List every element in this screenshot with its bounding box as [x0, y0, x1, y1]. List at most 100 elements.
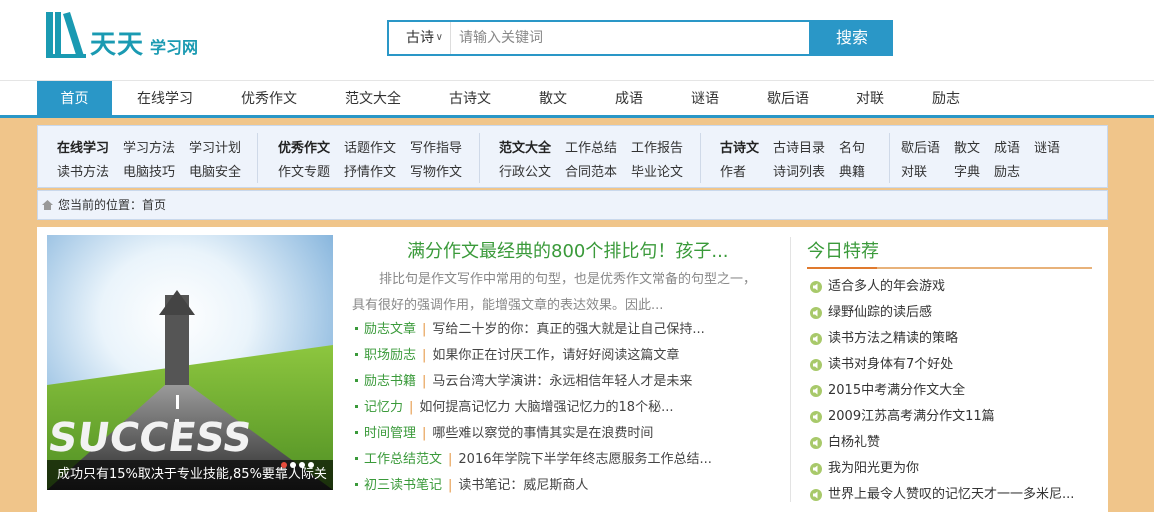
recommend-item[interactable]: 读书对身体有7个好处 [807, 352, 1092, 378]
article-title[interactable]: 读书笔记：威尼斯商人 [458, 478, 588, 493]
sub-link[interactable]: 作文专题 [278, 161, 330, 180]
slide-dot[interactable] [281, 462, 287, 468]
bullet-icon [355, 326, 358, 330]
nav-item-online-learning[interactable]: 在线学习 [125, 81, 205, 116]
sub-link[interactable]: 诗词列表 [773, 161, 825, 180]
sub-link[interactable]: 典籍 [839, 161, 865, 180]
recommend-item[interactable]: 读书方法之精读的策略 [807, 326, 1092, 352]
sub-link[interactable]: 毕业论文 [631, 161, 683, 180]
sub-link[interactable]: 名句 [839, 137, 865, 156]
list-item: 初三读书笔记 | 读书笔记：威尼斯商人 [352, 473, 762, 499]
article-category[interactable]: 励志文章 [364, 322, 416, 337]
headline-link[interactable]: 满分作文最经典的800个排比句！孩子... [407, 237, 762, 263]
slide-dots [281, 457, 317, 468]
sub-link[interactable]: 写作指导 [410, 137, 462, 156]
recommend-item[interactable]: 适合多人的年会游戏 [807, 274, 1092, 300]
sub-link[interactable]: 学习方法 [123, 137, 175, 156]
nav-item-xiehouyu[interactable]: 歇后语 [757, 81, 819, 116]
speaker-icon [810, 359, 822, 371]
separator: | [448, 478, 453, 493]
sub-link[interactable]: 抒情作文 [344, 161, 396, 180]
main-nav: 首页 在线学习 优秀作文 范文大全 古诗文 散文 成语 谜语 歇后语 对联 励志 [0, 80, 1154, 118]
nav-item-inspiration[interactable]: 励志 [921, 81, 971, 116]
slide-dot[interactable] [290, 462, 296, 468]
sub-link[interactable]: 优秀作文 [278, 137, 330, 156]
breadcrumb: 您当前的位置：首页 [37, 190, 1108, 220]
recommend-item[interactable]: 白杨礼赞 [807, 430, 1092, 456]
sub-link[interactable]: 写物作文 [410, 161, 462, 180]
sub-link[interactable]: 谜语 [1034, 137, 1060, 156]
speaker-icon [810, 411, 822, 423]
search-type-label: 古诗 [406, 30, 434, 46]
recommend-item[interactable]: 我为阳光更为你 [807, 456, 1092, 482]
sub-link[interactable]: 作者 [720, 161, 746, 180]
sub-link[interactable]: 话题作文 [344, 137, 396, 156]
logo-subtitle: 学习网 [150, 38, 199, 57]
article-category[interactable]: 初三读书笔记 [364, 478, 442, 493]
sub-link[interactable]: 歇后语 [901, 137, 940, 156]
featured-slideshow[interactable]: SUCCESS 成功只有15%取决于专业技能,85%要靠人际关 [47, 235, 333, 490]
sub-link[interactable]: 范文大全 [499, 137, 551, 156]
sub-link[interactable]: 学习计划 [189, 137, 241, 156]
nav-item-idioms[interactable]: 成语 [604, 81, 654, 116]
recommend-item[interactable]: 世界上最令人赞叹的记忆天才一一多米尼... [807, 482, 1092, 508]
search-type-select[interactable]: 古诗 ∨ [389, 22, 451, 54]
search-input[interactable] [459, 26, 799, 50]
recommend-item-text: 2015中考满分作文大全 [828, 383, 966, 398]
slide-dot[interactable] [308, 462, 314, 468]
sub-link[interactable]: 在线学习 [57, 137, 109, 156]
article-title[interactable]: 如果你正在讨厌工作，请好好阅读这篇文章 [432, 348, 679, 363]
sub-link[interactable]: 成语 [994, 137, 1020, 156]
list-item: 时间管理 | 哪些难以察觉的事情其实是在浪费时间 [352, 421, 762, 447]
slide-dot[interactable] [299, 462, 305, 468]
nav-item-classical-poetry[interactable]: 古诗文 [436, 81, 504, 116]
nav-item-templates[interactable]: 范文大全 [333, 81, 413, 116]
sub-link[interactable]: 字典 [954, 161, 980, 180]
article-title[interactable]: 2016年学院下半学年终志愿服务工作总结... [458, 452, 711, 467]
speaker-icon [810, 333, 822, 345]
recommend-item-text: 适合多人的年会游戏 [828, 279, 946, 294]
speaker-icon [810, 281, 822, 293]
sub-link[interactable]: 工作总结 [565, 137, 617, 156]
article-title[interactable]: 马云台湾大学演讲：永远相信年轻人才是未来 [432, 374, 692, 389]
recommend-item[interactable]: 2009江苏高考满分作文11篇 [807, 404, 1092, 430]
sub-group-templates: 范文大全 工作总结 工作报告 行政公文 合同范本 毕业论文 [481, 133, 701, 183]
recommend-item[interactable]: 2015中考满分作文大全 [807, 378, 1092, 404]
site-logo[interactable]: 天天 学习网 [46, 10, 206, 60]
recommend-item[interactable]: 绿野仙踪的读后感 [807, 300, 1092, 326]
home-icon [42, 200, 53, 210]
sub-group-misc: 歇后语 散文 成语 谜语 对联 字典 励志 [891, 133, 1107, 183]
article-category[interactable]: 职场励志 [364, 348, 416, 363]
article-category[interactable]: 记忆力 [364, 400, 403, 415]
sub-link[interactable]: 电脑技巧 [123, 161, 175, 180]
sub-link[interactable]: 行政公文 [499, 161, 551, 180]
article-title[interactable]: 如何提高记忆力 大脑增强记忆力的18个秘... [419, 400, 673, 415]
sub-link[interactable]: 工作报告 [631, 137, 683, 156]
breadcrumb-text[interactable]: 您当前的位置：首页 [58, 191, 166, 220]
article-title[interactable]: 哪些难以察觉的事情其实是在浪费时间 [432, 426, 653, 441]
sub-link[interactable]: 电脑安全 [189, 161, 241, 180]
nav-item-couplets[interactable]: 对联 [845, 81, 895, 116]
article-category[interactable]: 时间管理 [364, 426, 416, 441]
nav-item-prose[interactable]: 散文 [528, 81, 578, 116]
nav-item-home[interactable]: 首页 [37, 81, 112, 116]
sub-link[interactable]: 古诗目录 [773, 137, 825, 156]
sub-link[interactable]: 读书方法 [57, 161, 109, 180]
nav-item-riddles[interactable]: 谜语 [680, 81, 730, 116]
sub-link[interactable]: 古诗文 [720, 137, 759, 156]
sub-link[interactable]: 励志 [994, 161, 1020, 180]
speaker-icon [810, 437, 822, 449]
nav-item-essays[interactable]: 优秀作文 [229, 81, 309, 116]
list-item: 职场励志 | 如果你正在讨厌工作，请好好阅读这篇文章 [352, 343, 762, 369]
bullet-icon [355, 404, 358, 408]
search-button[interactable]: 搜索 [811, 20, 893, 56]
article-category[interactable]: 工作总结范文 [364, 452, 442, 467]
article-category[interactable]: 励志书籍 [364, 374, 416, 389]
separator: | [422, 348, 427, 363]
sub-link[interactable]: 合同范本 [565, 161, 617, 180]
article-title[interactable]: 写给二十岁的你：真正的强大就是让自己保持... [432, 322, 704, 337]
sub-link[interactable]: 散文 [954, 137, 980, 156]
separator: | [422, 322, 427, 337]
separator: | [448, 452, 453, 467]
sub-link[interactable]: 对联 [901, 161, 927, 180]
